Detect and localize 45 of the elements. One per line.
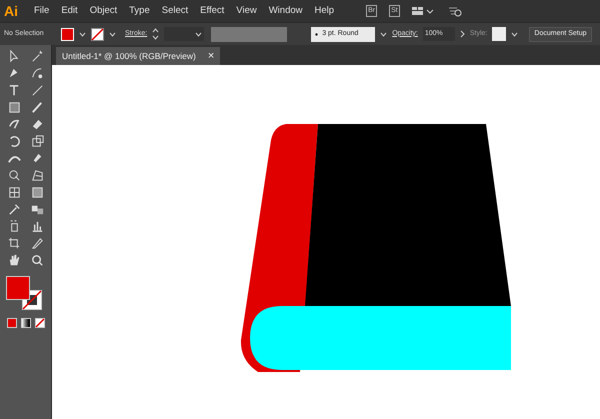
chevron-icon[interactable] [460,30,465,38]
caret-icon[interactable] [195,32,202,36]
fill-color-swatch[interactable] [6,276,30,300]
perspective-grid-icon[interactable] [30,168,44,183]
mesh-icon[interactable] [6,185,22,200]
brush-icon[interactable] [30,100,44,115]
app-logo: Ai [4,2,18,20]
spinner-icon[interactable] [152,28,160,40]
menu-item[interactable]: File [34,4,50,18]
caret-icon[interactable] [511,32,518,36]
dot-icon [315,32,318,36]
magic-wand-icon[interactable] [30,49,44,64]
none-mode-icon[interactable] [34,318,44,328]
gradient-mode-icon[interactable] [20,318,30,328]
caret-icon[interactable] [79,32,86,36]
menu-item[interactable]: Object [90,4,118,18]
performance-icon[interactable] [448,5,462,17]
color-mode-icon[interactable] [6,318,16,328]
scale-icon[interactable] [30,134,44,149]
curvature-icon[interactable] [30,66,44,81]
fill-swatch[interactable] [61,28,74,40]
rectangle-icon[interactable] [6,100,22,115]
line-icon[interactable] [30,83,44,98]
variable-width-field[interactable] [211,26,288,42]
eyedropper-icon[interactable] [6,202,22,217]
caret-icon[interactable] [109,32,116,36]
menu-item[interactable]: Type [129,4,150,18]
zoom-icon[interactable] [30,253,44,268]
menu-item[interactable]: Select [162,4,188,18]
menu-item[interactable]: Effect [200,4,224,18]
artboard-icon[interactable] [6,236,22,251]
menu-item[interactable]: View [236,4,257,18]
style-swatch[interactable] [492,27,506,41]
document-tab[interactable]: Untitled-1* @ 100% (RGB/Preview) × [56,47,220,65]
menu-item[interactable]: Edit [61,4,78,18]
menu-item[interactable]: Help [314,4,334,18]
tab-title: Untitled-1* @ 100% (RGB/Preview) [62,50,196,62]
workspace-icon[interactable] [412,6,436,16]
caret-icon[interactable] [380,32,388,36]
stroke-weight-field[interactable] [164,27,204,41]
gradient-icon[interactable] [30,185,44,200]
stroke-none-swatch[interactable] [91,28,104,40]
slice-icon[interactable] [30,236,44,251]
menu-item[interactable]: Window [268,4,303,18]
close-button[interactable]: × [208,48,214,64]
